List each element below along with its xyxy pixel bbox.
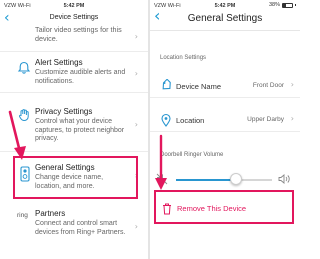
general-settings-screen: VZW Wi-Fi 5:42 PM 38% ‹ General Settings… bbox=[150, 0, 300, 259]
page-title: Device Settings bbox=[49, 14, 99, 21]
ring-logo-icon: ring bbox=[17, 212, 28, 219]
battery-indicator: 38% bbox=[269, 2, 296, 8]
item-description: Connect and control smart devices from R… bbox=[35, 220, 126, 236]
item-description: Customize audible alerts and notificatio… bbox=[35, 69, 126, 85]
location-row[interactable]: Location Upper Darby › bbox=[150, 108, 300, 132]
time-label: 5:42 PM bbox=[63, 3, 85, 9]
list-item-alert-settings[interactable]: Alert Settings Customize audible alerts … bbox=[0, 53, 148, 93]
field-value: Upper Darby bbox=[247, 116, 284, 123]
chevron-right-icon: › bbox=[134, 222, 138, 231]
list-item-video-settings[interactable]: Tailor video settings for this device. › bbox=[0, 25, 148, 52]
slider-track bbox=[176, 179, 272, 181]
tag-icon bbox=[160, 78, 172, 93]
chevron-right-icon: › bbox=[134, 69, 138, 78]
speaker-loud-icon bbox=[278, 174, 290, 184]
page-title: General Settings bbox=[187, 13, 263, 24]
chevron-right-icon: › bbox=[290, 80, 294, 89]
list-item-partners[interactable]: ring Partners Connect and control smart … bbox=[0, 208, 148, 256]
battery-percent: 38% bbox=[268, 2, 280, 8]
field-label: Device Name bbox=[176, 82, 222, 91]
device-name-row[interactable]: Device Name Front Door › bbox=[150, 74, 300, 98]
highlight-box bbox=[13, 156, 138, 199]
slider-thumb[interactable] bbox=[229, 173, 242, 185]
chevron-right-icon: › bbox=[290, 114, 294, 123]
section-label-location: Location Settings bbox=[160, 55, 207, 61]
map-pin-icon bbox=[160, 113, 172, 127]
field-value: Front Door bbox=[252, 82, 284, 89]
item-title: Partners bbox=[35, 209, 66, 218]
item-description: Control what your device captures, to pr… bbox=[35, 118, 125, 143]
highlight-box bbox=[154, 190, 294, 224]
ringer-volume-slider[interactable] bbox=[150, 165, 300, 193]
pointer-arrow bbox=[8, 110, 26, 160]
nav-bar: ‹ General Settings bbox=[150, 8, 300, 28]
device-settings-screen: VZW Wi-Fi 5:42 PM ‹ Device Settings Tail… bbox=[0, 0, 148, 259]
item-title: Alert Settings bbox=[35, 58, 83, 67]
chevron-right-icon: › bbox=[134, 32, 138, 41]
field-label: Location bbox=[176, 116, 205, 125]
battery-level bbox=[283, 3, 287, 7]
pointer-arrow bbox=[155, 134, 167, 190]
battery-icon bbox=[282, 2, 293, 8]
chevron-right-icon: › bbox=[134, 120, 138, 129]
nav-divider bbox=[150, 30, 300, 31]
item-title: Privacy Settings bbox=[35, 107, 93, 116]
slider-fill bbox=[176, 179, 236, 181]
bell-icon bbox=[17, 61, 31, 75]
item-description: Tailor video settings for this device. bbox=[35, 25, 122, 43]
